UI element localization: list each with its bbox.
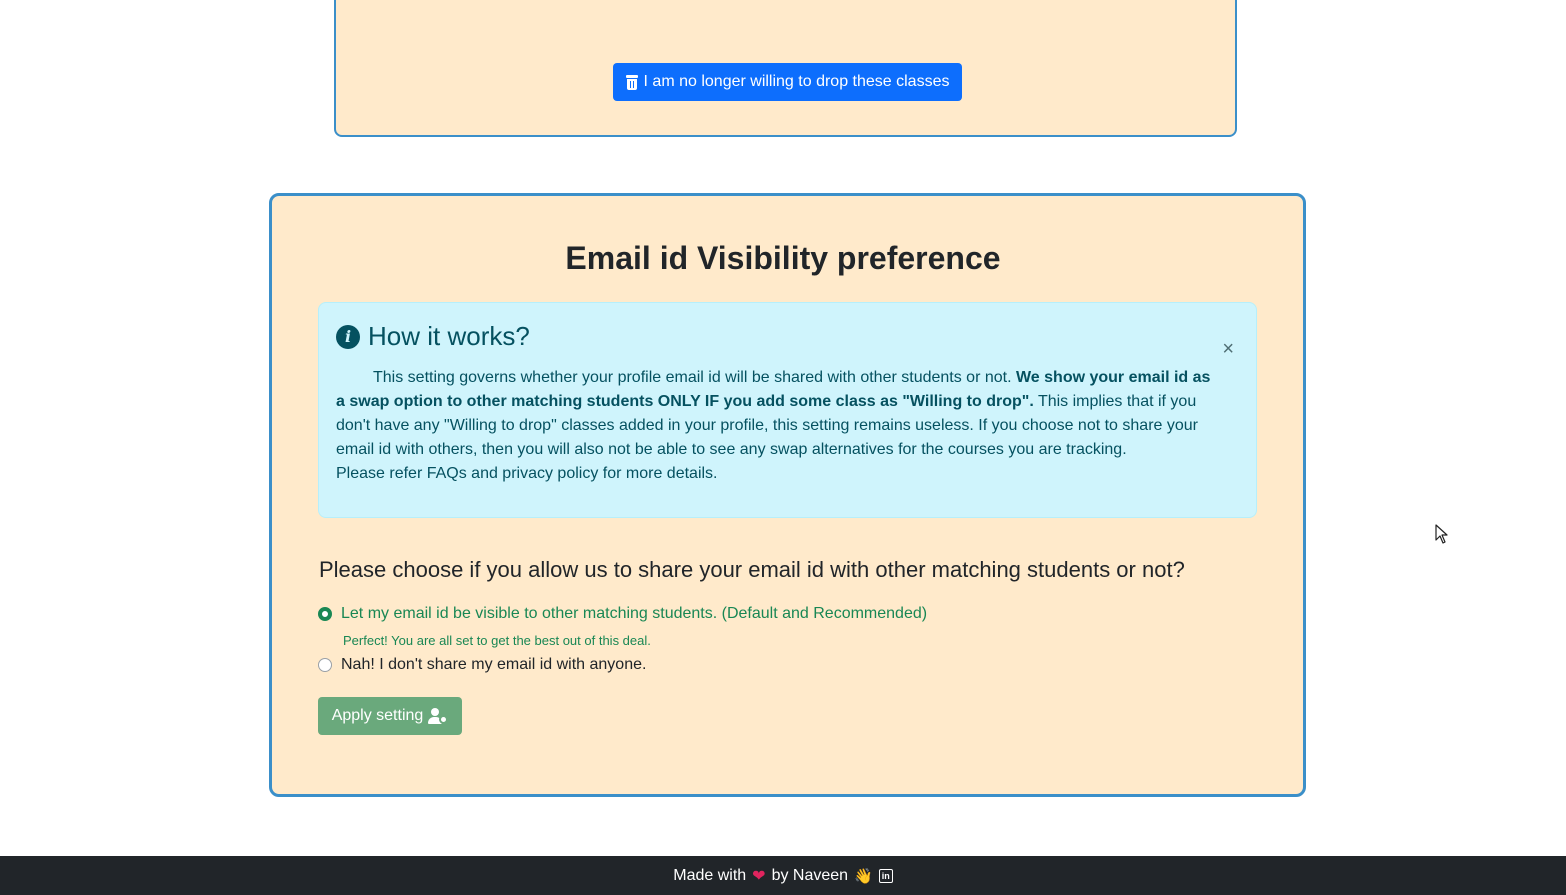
no-longer-willing-label: I am no longer willing to drop these cla… bbox=[643, 73, 950, 90]
option-hidden[interactable]: Nah! I don't share my email id with anyo… bbox=[318, 656, 646, 674]
trash-icon bbox=[625, 74, 638, 90]
apply-setting-button[interactable]: Apply setting bbox=[318, 697, 462, 735]
how-it-works-alert: i How it works? × This setting governs w… bbox=[318, 302, 1257, 518]
radio-visible[interactable] bbox=[318, 607, 332, 621]
linkedin-icon[interactable]: in bbox=[878, 868, 893, 883]
radio-hidden[interactable] bbox=[318, 658, 332, 672]
footer-author: by Naveen bbox=[771, 866, 849, 884]
info-icon: i bbox=[336, 324, 360, 349]
wave-icon: 👋 bbox=[854, 867, 873, 885]
alert-title: How it works? bbox=[368, 321, 530, 351]
alert-text-1: This setting governs whether your profil… bbox=[373, 369, 1016, 386]
heart-icon: ❤ bbox=[752, 867, 766, 885]
page-title: Email id Visibility preference bbox=[565, 240, 1001, 276]
alert-text-3: Please refer FAQs and privacy policy for… bbox=[336, 465, 718, 482]
mouse-cursor-icon bbox=[1435, 524, 1448, 544]
footer: Made with ❤ by Naveen 👋 in bbox=[0, 856, 1566, 895]
footer-made-with: Made with bbox=[673, 866, 747, 884]
visibility-question: Please choose if you allow us to share y… bbox=[319, 557, 1185, 582]
option-hidden-label: Nah! I don't share my email id with anyo… bbox=[341, 656, 647, 673]
alert-body: This setting governs whether your profil… bbox=[336, 366, 1211, 486]
alert-header: i How it works? bbox=[336, 321, 530, 352]
user-gear-icon bbox=[428, 708, 449, 724]
apply-setting-label: Apply setting bbox=[331, 707, 424, 724]
selection-feedback: Perfect! You are all set to get the best… bbox=[343, 633, 651, 648]
no-longer-willing-button[interactable]: I am no longer willing to drop these cla… bbox=[613, 63, 962, 101]
option-visible-label: Let my email id be visible to other matc… bbox=[341, 605, 928, 622]
option-visible[interactable]: Let my email id be visible to other matc… bbox=[318, 605, 927, 623]
close-icon[interactable]: × bbox=[1222, 339, 1234, 359]
